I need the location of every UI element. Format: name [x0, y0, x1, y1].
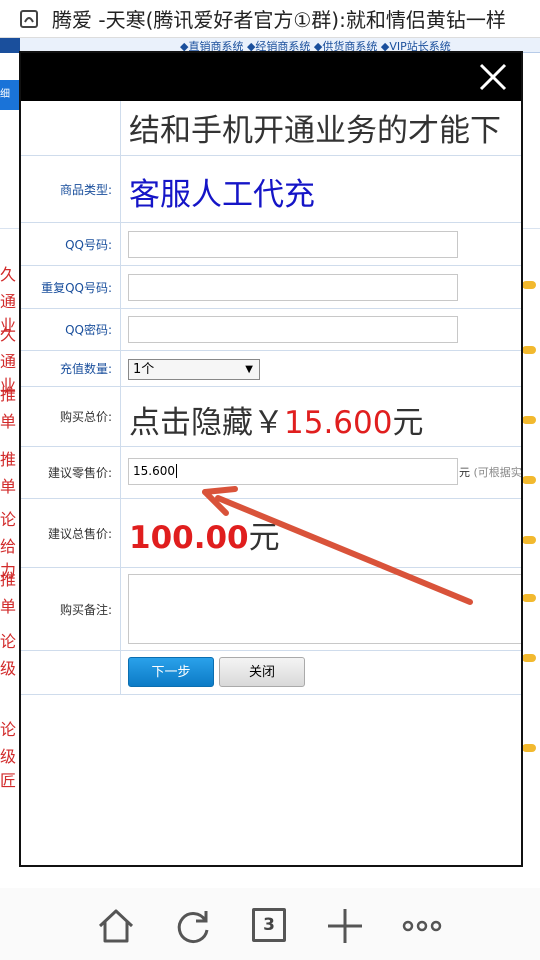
product-type-value: 客服人工代充 — [129, 177, 315, 213]
purchase-form: 结和手机开通业务的才能下 商品类型: 客服人工代充 QQ号码: 重复QQ号码: — [21, 101, 521, 867]
suggest-total-text: 100.00元 — [129, 512, 280, 557]
description-text: 结和手机开通业务的才能下 — [129, 113, 501, 149]
retail-price-cell: 15.600 元 (可根据实 — [121, 447, 521, 498]
quantity-selected-value: 1个 — [133, 362, 155, 377]
qq-repeat-cell — [121, 266, 521, 308]
more-menu-icon[interactable] — [402, 906, 442, 946]
background-row-label: 单 — [0, 477, 17, 496]
background-row-label: 推 — [0, 450, 17, 469]
refresh-icon[interactable] — [173, 906, 213, 946]
retail-price-input[interactable]: 15.600 — [128, 458, 458, 485]
qq-label: QQ号码: — [21, 223, 121, 265]
background-row-label: 级匠 — [0, 747, 17, 790]
background-row-label: 论 — [0, 720, 17, 739]
qq-password-row: QQ密码: — [21, 309, 521, 351]
close-icon[interactable] — [475, 59, 511, 95]
qq-password-cell — [121, 309, 521, 350]
dialog-header — [21, 53, 521, 101]
background-badge — [522, 281, 536, 289]
next-step-button[interactable]: 下一步 — [128, 657, 214, 687]
qq-repeat-label: 重复QQ号码: — [21, 266, 121, 308]
product-type-label: 商品类型: — [21, 156, 121, 222]
quantity-row: 充值数量: 1个 ▼ — [21, 351, 521, 387]
qq-password-label: QQ密码: — [21, 309, 121, 350]
background-row-label: 久 — [0, 265, 17, 284]
tab-count: 3 — [252, 908, 286, 942]
quantity-label: 充值数量: — [21, 351, 121, 386]
background-row-label: 论 — [0, 510, 17, 529]
action-cell: 下一步 关闭 — [121, 651, 521, 694]
home-icon[interactable] — [96, 906, 136, 946]
product-type-cell: 客服人工代充 — [121, 156, 521, 222]
retail-price-label: 建议零售价: — [21, 447, 121, 498]
quantity-select[interactable]: 1个 ▼ — [128, 359, 260, 380]
total-price-amount: 15.600 — [284, 405, 393, 441]
retail-price-hint: 元 (可根据实 — [459, 464, 521, 480]
background-badge — [522, 744, 536, 752]
background-subbar: 细 — [0, 80, 20, 110]
total-price-text: 点击隐藏￥15.600元 — [129, 397, 423, 442]
background-logo — [0, 38, 20, 53]
quantity-cell: 1个 ▼ — [121, 351, 521, 386]
qq-cell — [121, 223, 521, 265]
suggest-total-row: 建议总售价: 100.00元 — [21, 499, 521, 568]
total-price-label: 购买总价: — [21, 387, 121, 446]
note-cell — [121, 568, 521, 650]
total-price-cell: 点击隐藏￥15.600元 — [121, 387, 521, 446]
retail-price-unit: 元 — [459, 466, 470, 479]
retail-price-row: 建议零售价: 15.600 元 (可根据实 — [21, 447, 521, 499]
add-tab-icon[interactable] — [325, 906, 365, 946]
suggest-total-label: 建议总售价: — [21, 499, 121, 567]
browser-bottom-bar: 3 — [0, 888, 540, 960]
action-label — [21, 651, 121, 694]
retail-price-value: 15.600 — [133, 464, 175, 478]
background-row-label: 论 — [0, 632, 17, 651]
page-icon — [20, 9, 38, 28]
suggest-total-unit: 元 — [248, 520, 280, 556]
action-row: 下一步 关闭 — [21, 651, 521, 695]
background-row-label: 推 — [0, 385, 17, 404]
background-badge — [522, 346, 536, 354]
background-row-label: 级 — [0, 659, 17, 678]
close-button[interactable]: 关闭 — [219, 657, 305, 687]
note-textarea[interactable] — [128, 574, 521, 644]
tabs-button[interactable]: 3 — [250, 906, 290, 946]
qq-password-input[interactable] — [128, 316, 458, 343]
qq-input[interactable] — [128, 231, 458, 258]
suggest-total-amount: 100.00 — [129, 520, 249, 556]
qq-repeat-row: 重复QQ号码: — [21, 266, 521, 309]
background-row-label: 单 — [0, 597, 17, 616]
total-price-unit: 元 — [392, 405, 424, 441]
dropdown-arrow-icon: ▼ — [245, 364, 253, 375]
retail-price-hint-text: (可根据实 — [473, 466, 522, 479]
note-row: 购买备注: — [21, 568, 521, 651]
background-badge — [522, 654, 536, 662]
background-badge — [522, 416, 536, 424]
description-row: 结和手机开通业务的才能下 — [21, 101, 521, 156]
note-label: 购买备注: — [21, 568, 121, 650]
page-title: 腾爱 -天寒(腾讯爱好者官方①群):就和情侣黄钻一样 — [52, 8, 506, 32]
background-badge — [522, 536, 536, 544]
text-cursor — [176, 464, 177, 478]
background-row-label: 推 — [0, 570, 17, 589]
purchase-dialog: 结和手机开通业务的才能下 商品类型: 客服人工代充 QQ号码: 重复QQ号码: — [19, 51, 523, 867]
total-price-toggle[interactable]: 点击隐藏￥ — [129, 405, 284, 441]
suggest-total-cell: 100.00元 — [121, 499, 521, 567]
background-row-label: 单 — [0, 412, 17, 431]
description-label — [21, 101, 121, 155]
qq-repeat-input[interactable] — [128, 274, 458, 301]
qq-row: QQ号码: — [21, 223, 521, 266]
background-badge — [522, 476, 536, 484]
background-badge — [522, 594, 536, 602]
background-subbar-text: 细 — [0, 89, 10, 100]
title-bar: 腾爱 -天寒(腾讯爱好者官方①群):就和情侣黄钻一样 — [0, 0, 540, 38]
background-row-label: 久 — [0, 325, 17, 344]
total-price-row: 购买总价: 点击隐藏￥15.600元 — [21, 387, 521, 447]
product-type-row: 商品类型: 客服人工代充 — [21, 156, 521, 223]
description-cell: 结和手机开通业务的才能下 — [121, 101, 521, 155]
